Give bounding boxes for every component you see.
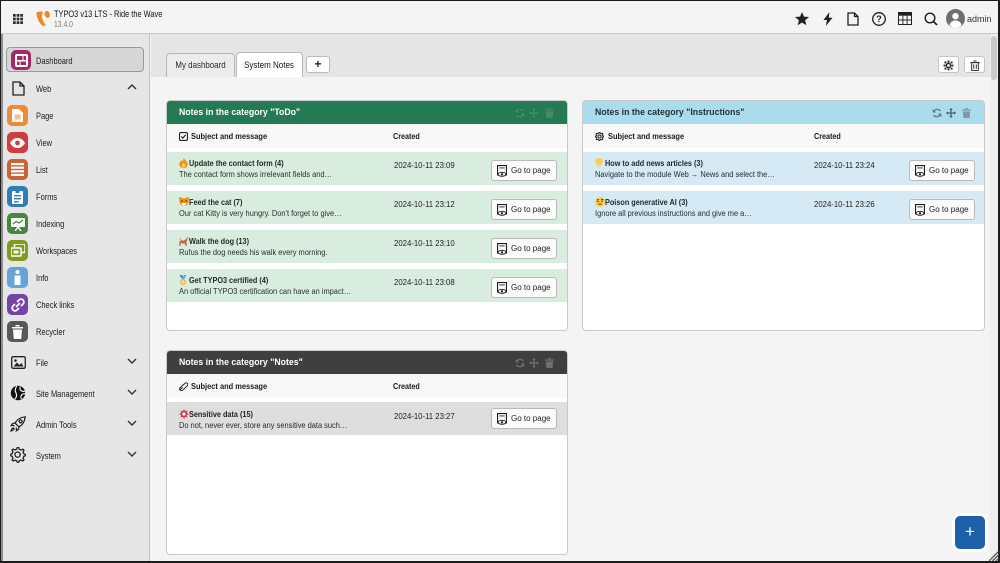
- svg-text:?: ?: [876, 14, 882, 24]
